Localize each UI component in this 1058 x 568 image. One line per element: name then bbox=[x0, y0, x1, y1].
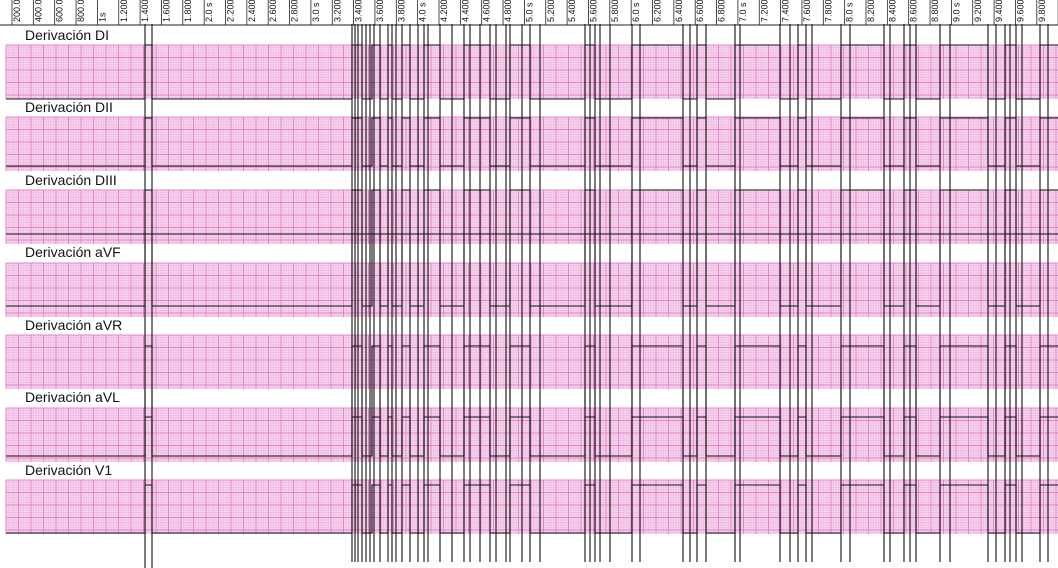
ruler-tick-label: 4.0 s bbox=[418, 2, 428, 22]
ruler-tick-label: 6.200 bbox=[653, 0, 663, 22]
ruler-tick-label: 5.0 s bbox=[524, 2, 534, 22]
lead-grid-2 bbox=[5, 189, 1058, 244]
lead-grid-0 bbox=[5, 44, 1058, 99]
ruler-tick-label: 2.800 bbox=[290, 0, 300, 22]
ruler-tick-label: 1.200 bbox=[119, 0, 129, 22]
ruler-tick-label: 9.600 bbox=[1015, 0, 1025, 22]
ecg-strips bbox=[5, 24, 1058, 568]
ruler-tick-label: 7.200 bbox=[759, 0, 769, 22]
lead-label-avf: Derivación aVF bbox=[25, 244, 121, 260]
ruler-tick-label: 2.0 s bbox=[204, 2, 214, 22]
ruler-tick-label: 6.0 s bbox=[631, 2, 641, 22]
ruler-tick-label: 4.600 bbox=[482, 0, 492, 22]
lead-label-di: Derivación DI bbox=[25, 27, 110, 43]
ruler-tick-label: 6.600 bbox=[695, 0, 705, 22]
ruler-tick-label: 8.800 bbox=[930, 0, 940, 22]
ruler-tick-label: 2.200 bbox=[226, 0, 236, 22]
lead-label-avl: Derivación aVL bbox=[25, 389, 120, 405]
ruler-tick-label: 9.800 bbox=[1037, 0, 1047, 22]
lead-label-dii: Derivación DII bbox=[25, 99, 113, 115]
ruler-tick-label: 2.600 bbox=[268, 0, 278, 22]
ruler-tick-label: 8.600 bbox=[909, 0, 919, 22]
lead-label-avr: Derivación aVR bbox=[25, 317, 123, 333]
ruler-tick-label: 3.800 bbox=[396, 0, 406, 22]
ruler-tick-label: 4.200 bbox=[439, 0, 449, 22]
lead-label-diii: Derivación DIII bbox=[25, 172, 117, 188]
lead-grid-6 bbox=[5, 479, 1058, 534]
ruler-tick-label: 1.800 bbox=[183, 0, 193, 22]
ruler-tick-label: 5.400 bbox=[567, 0, 577, 22]
ruler-tick-label: 7.600 bbox=[802, 0, 812, 22]
ruler-tick-label: 9.0 s bbox=[951, 2, 961, 22]
ruler-tick-label: 1.400 bbox=[140, 0, 150, 22]
lead-grid-3 bbox=[5, 262, 1058, 317]
ruler-tick-label: 4.400 bbox=[460, 0, 470, 22]
ruler-tick-label: 6.400 bbox=[674, 0, 684, 22]
ruler-tick-label: 3.0 s bbox=[311, 2, 321, 22]
ruler-tick-label: 200.0 bbox=[12, 0, 22, 22]
ruler-tick-label: 600.0 bbox=[55, 0, 65, 22]
ruler-tick-label: 800.0 bbox=[76, 0, 86, 22]
ruler-tick-label: 3.200 bbox=[332, 0, 342, 22]
ruler-tick-label: 5.200 bbox=[546, 0, 556, 22]
ruler-tick-label: 3.400 bbox=[354, 0, 364, 22]
ruler-tick-label: 9.400 bbox=[994, 0, 1004, 22]
ruler-tick-label: 400.0 bbox=[33, 0, 43, 22]
ruler-tick-label: 5.800 bbox=[610, 0, 620, 22]
ruler-tick-label: 8.0 s bbox=[845, 2, 855, 22]
ruler-tick-label: 8.200 bbox=[866, 0, 876, 22]
ruler-ticks: 200.0 400.0 600.0 800.0 1s 1.200 1.400 1.600 1.8… bbox=[0, 0, 1058, 26]
ruler-tick-label: 8.400 bbox=[887, 0, 897, 22]
ruler-tick-label: 5.600 bbox=[588, 0, 598, 22]
ecg-viewer: 200.0 400.0 600.0 800.0 1s 1.200 1.400 1.600 1.8… bbox=[0, 0, 1058, 568]
ruler-tick-label: 2.400 bbox=[247, 0, 257, 22]
ruler-tick-label: 1s bbox=[97, 12, 107, 22]
lead-label-v1: Derivación V1 bbox=[25, 462, 113, 478]
lead-grid-1 bbox=[5, 116, 1058, 171]
ruler-tick-label: 7.800 bbox=[823, 0, 833, 22]
ruler-tick-label: 3.600 bbox=[375, 0, 385, 22]
time-ruler: 200.0 400.0 600.0 800.0 1s 1.200 1.400 1.600 1.8… bbox=[0, 0, 1058, 26]
ruler-tick-label: 1.600 bbox=[161, 0, 171, 22]
ruler-tick-label: 9.200 bbox=[973, 0, 983, 22]
ruler-tick-label: 4.800 bbox=[503, 0, 513, 22]
lead-grid-4 bbox=[5, 334, 1058, 389]
ruler-tick-label: 7.400 bbox=[781, 0, 791, 22]
lead-grid-5 bbox=[5, 407, 1058, 462]
ruler-tick-label: 6.800 bbox=[717, 0, 727, 22]
ruler-tick-label: 7.0 s bbox=[738, 2, 748, 22]
